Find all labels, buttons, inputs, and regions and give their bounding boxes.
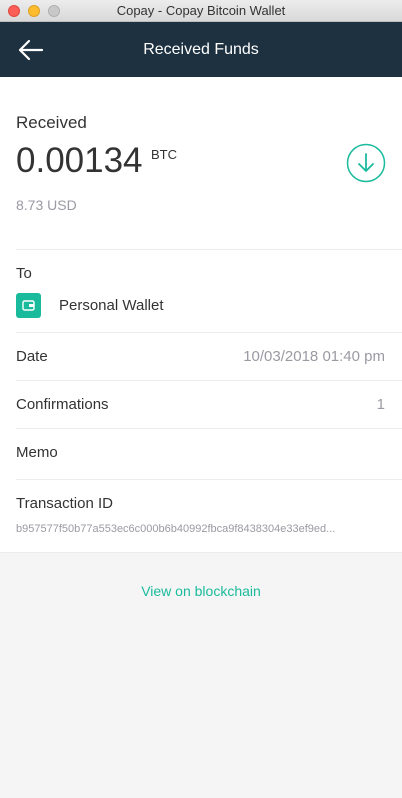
divider <box>16 249 402 250</box>
amount-value: 0.00134 <box>16 141 143 180</box>
details-panel: Received 0.00134 BTC 8.73 USD To Persona… <box>0 77 402 553</box>
divider <box>16 428 402 429</box>
received-label: Received <box>16 113 87 132</box>
page-title: Received Funds <box>143 41 259 58</box>
transaction-id-value[interactable]: b957577f50b77a553ec6c000b6b40992fbca9f84… <box>16 523 388 535</box>
top-navbar: Received Funds <box>0 22 402 77</box>
view-on-blockchain-link[interactable]: View on blockchain <box>0 583 402 599</box>
wallet-name: Personal Wallet <box>59 297 164 314</box>
divider <box>16 380 402 381</box>
confirmations-value: 1 <box>376 396 385 413</box>
fiat-value: 8.73 USD <box>16 197 77 213</box>
divider <box>0 552 402 553</box>
window-title: Copay - Copay Bitcoin Wallet <box>116 3 286 18</box>
memo-field[interactable]: Memo <box>16 444 58 461</box>
confirmations-label: Confirmations <box>16 396 109 413</box>
window-titlebar: Copay - Copay Bitcoin Wallet <box>0 0 402 22</box>
to-label: To <box>16 265 32 282</box>
amount-unit: BTC <box>151 147 177 162</box>
arrow-down-circle-icon <box>346 143 386 183</box>
divider <box>16 332 402 333</box>
date-value: 10/03/2018 01:40 pm <box>243 348 385 365</box>
wallet-icon <box>16 293 41 318</box>
transaction-id-label: Transaction ID <box>16 495 113 512</box>
date-label: Date <box>16 348 48 365</box>
divider <box>16 479 402 480</box>
